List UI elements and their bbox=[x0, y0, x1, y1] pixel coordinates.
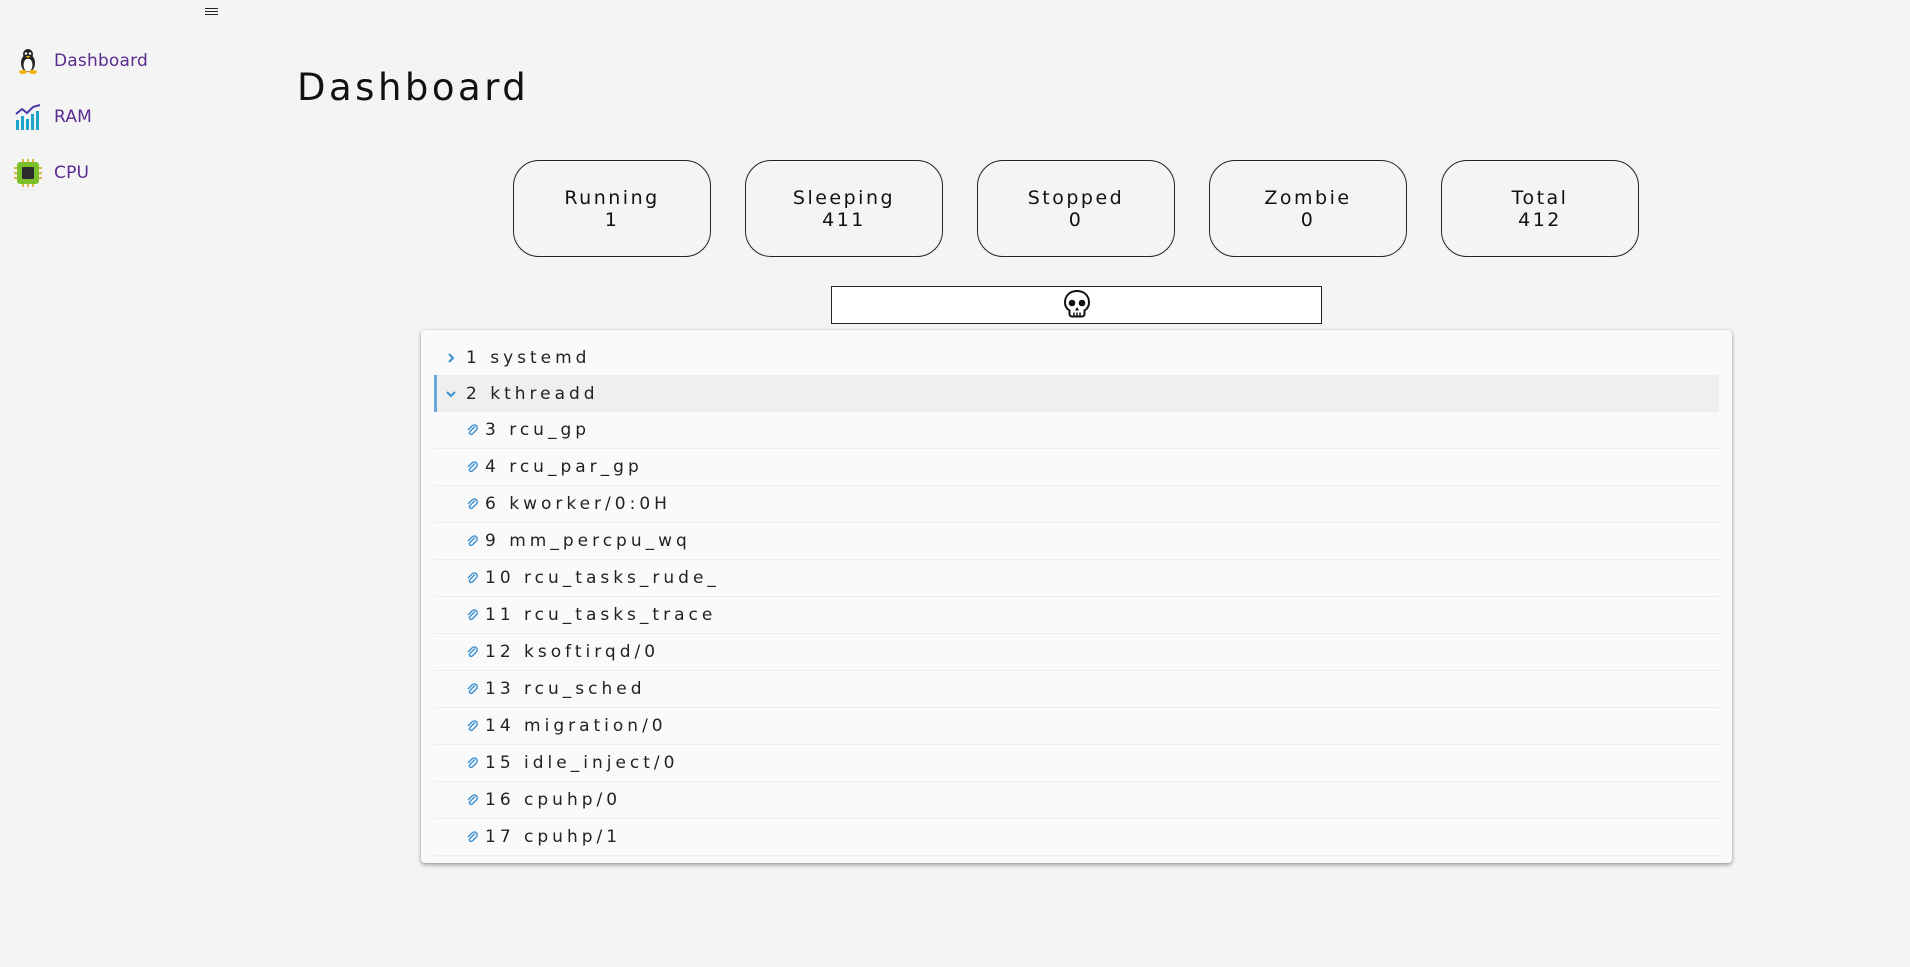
stat-value: 411 bbox=[822, 208, 866, 231]
sidebar-item-dashboard[interactable]: Dashboard bbox=[12, 45, 148, 77]
process-tree: 1 systemd 2 kthreadd 3 rcu_gp 4 rcu_par_g… bbox=[421, 330, 1732, 863]
tree-node-systemd[interactable]: 1 systemd bbox=[434, 339, 1719, 376]
tree-leaf-row[interactable]: 10 rcu_tasks_rude_ bbox=[434, 560, 1719, 597]
paperclip-icon bbox=[465, 460, 479, 474]
tree-leaf-label: 15 idle_inject/0 bbox=[485, 753, 679, 773]
skull-icon bbox=[1063, 289, 1091, 322]
tree-leaf-label: 3 rcu_gp bbox=[485, 420, 591, 440]
paperclip-icon bbox=[465, 571, 479, 585]
line-bar-chart-icon bbox=[12, 101, 44, 133]
tree-leaf-row[interactable]: 11 rcu_tasks_trace bbox=[434, 597, 1719, 634]
tree-leaf-row[interactable]: 13 rcu_sched bbox=[434, 671, 1719, 708]
stat-label: Zombie bbox=[1264, 186, 1352, 209]
stat-value: 412 bbox=[1518, 208, 1562, 231]
sidebar-item-ram[interactable]: RAM bbox=[12, 101, 92, 133]
paperclip-icon bbox=[465, 497, 479, 511]
chip-icon bbox=[12, 157, 44, 189]
stat-card-running: Running 1 bbox=[513, 160, 711, 257]
tree-leaf-row[interactable]: 15 idle_inject/0 bbox=[434, 745, 1719, 782]
stat-card-total: Total 412 bbox=[1441, 160, 1639, 257]
tree-leaf-row[interactable]: 9 mm_percpu_wq bbox=[434, 523, 1719, 560]
tree-leaf-row[interactable]: 4 rcu_par_gp bbox=[434, 449, 1719, 486]
tree-leaf-label: 4 rcu_par_gp bbox=[485, 457, 643, 477]
tree-leaf-label: 12 ksoftirqd/0 bbox=[485, 642, 660, 662]
tree-leaf-label: 16 cpuhp/0 bbox=[485, 790, 622, 810]
chevron-down-icon[interactable] bbox=[442, 385, 460, 403]
paperclip-icon bbox=[465, 534, 479, 548]
stat-label: Running bbox=[564, 186, 660, 209]
tree-leaf-label: 14 migration/0 bbox=[485, 716, 667, 736]
tree-leaf-row[interactable]: 16 cpuhp/0 bbox=[434, 782, 1719, 819]
stat-value: 0 bbox=[1068, 208, 1084, 231]
tree-leaf-row[interactable]: 3 rcu_gp bbox=[434, 412, 1719, 449]
paperclip-icon bbox=[465, 645, 479, 659]
tree-node-kthreadd[interactable]: 2 kthreadd bbox=[434, 375, 1719, 412]
tree-leaf-row[interactable]: 12 ksoftirqd/0 bbox=[434, 634, 1719, 671]
paperclip-icon bbox=[465, 756, 479, 770]
tree-leaf-row[interactable]: 14 migration/0 bbox=[434, 708, 1719, 745]
tree-leaf-label: 6 kworker/0:0H bbox=[485, 494, 671, 514]
chevron-right-icon[interactable] bbox=[442, 349, 460, 367]
page-title: Dashboard bbox=[297, 66, 530, 109]
sidebar: Dashboard RAM CPU bbox=[0, 0, 230, 967]
tree-node-label: 2 kthreadd bbox=[466, 383, 599, 404]
stat-value: 1 bbox=[604, 208, 620, 231]
stat-card-stopped: Stopped 0 bbox=[977, 160, 1175, 257]
sidebar-item-label: CPU bbox=[54, 163, 90, 183]
linux-penguin-icon bbox=[12, 45, 44, 77]
paperclip-icon bbox=[465, 793, 479, 807]
paperclip-icon bbox=[465, 719, 479, 733]
paperclip-icon bbox=[465, 423, 479, 437]
paperclip-icon bbox=[465, 608, 479, 622]
tree-leaf-row[interactable]: 17 cpuhp/1 bbox=[434, 819, 1719, 856]
stat-value: 0 bbox=[1300, 208, 1316, 231]
stat-label: Sleeping bbox=[792, 186, 896, 209]
sidebar-item-label: Dashboard bbox=[54, 51, 149, 71]
sidebar-item-label: RAM bbox=[54, 107, 93, 127]
stat-label: Total bbox=[1511, 186, 1569, 209]
stat-card-sleeping: Sleeping 411 bbox=[745, 160, 943, 257]
tree-leaf-label: 10 rcu_tasks_rude_ bbox=[485, 568, 720, 588]
tree-leaf-label: 11 rcu_tasks_trace bbox=[485, 605, 717, 625]
kill-process-button[interactable] bbox=[831, 286, 1322, 324]
hamburger-menu-icon[interactable] bbox=[205, 6, 221, 22]
stat-card-zombie: Zombie 0 bbox=[1209, 160, 1407, 257]
tree-leaf-row[interactable]: 6 kworker/0:0H bbox=[434, 486, 1719, 523]
paperclip-icon bbox=[465, 682, 479, 696]
tree-leaf-label: 9 mm_percpu_wq bbox=[485, 531, 691, 551]
stat-label: Stopped bbox=[1027, 186, 1125, 209]
tree-node-label: 1 systemd bbox=[466, 347, 591, 368]
tree-leaf-label: 17 cpuhp/1 bbox=[485, 827, 622, 847]
paperclip-icon bbox=[465, 830, 479, 844]
tree-leaf-label: 13 rcu_sched bbox=[485, 679, 646, 699]
sidebar-item-cpu[interactable]: CPU bbox=[12, 157, 89, 189]
